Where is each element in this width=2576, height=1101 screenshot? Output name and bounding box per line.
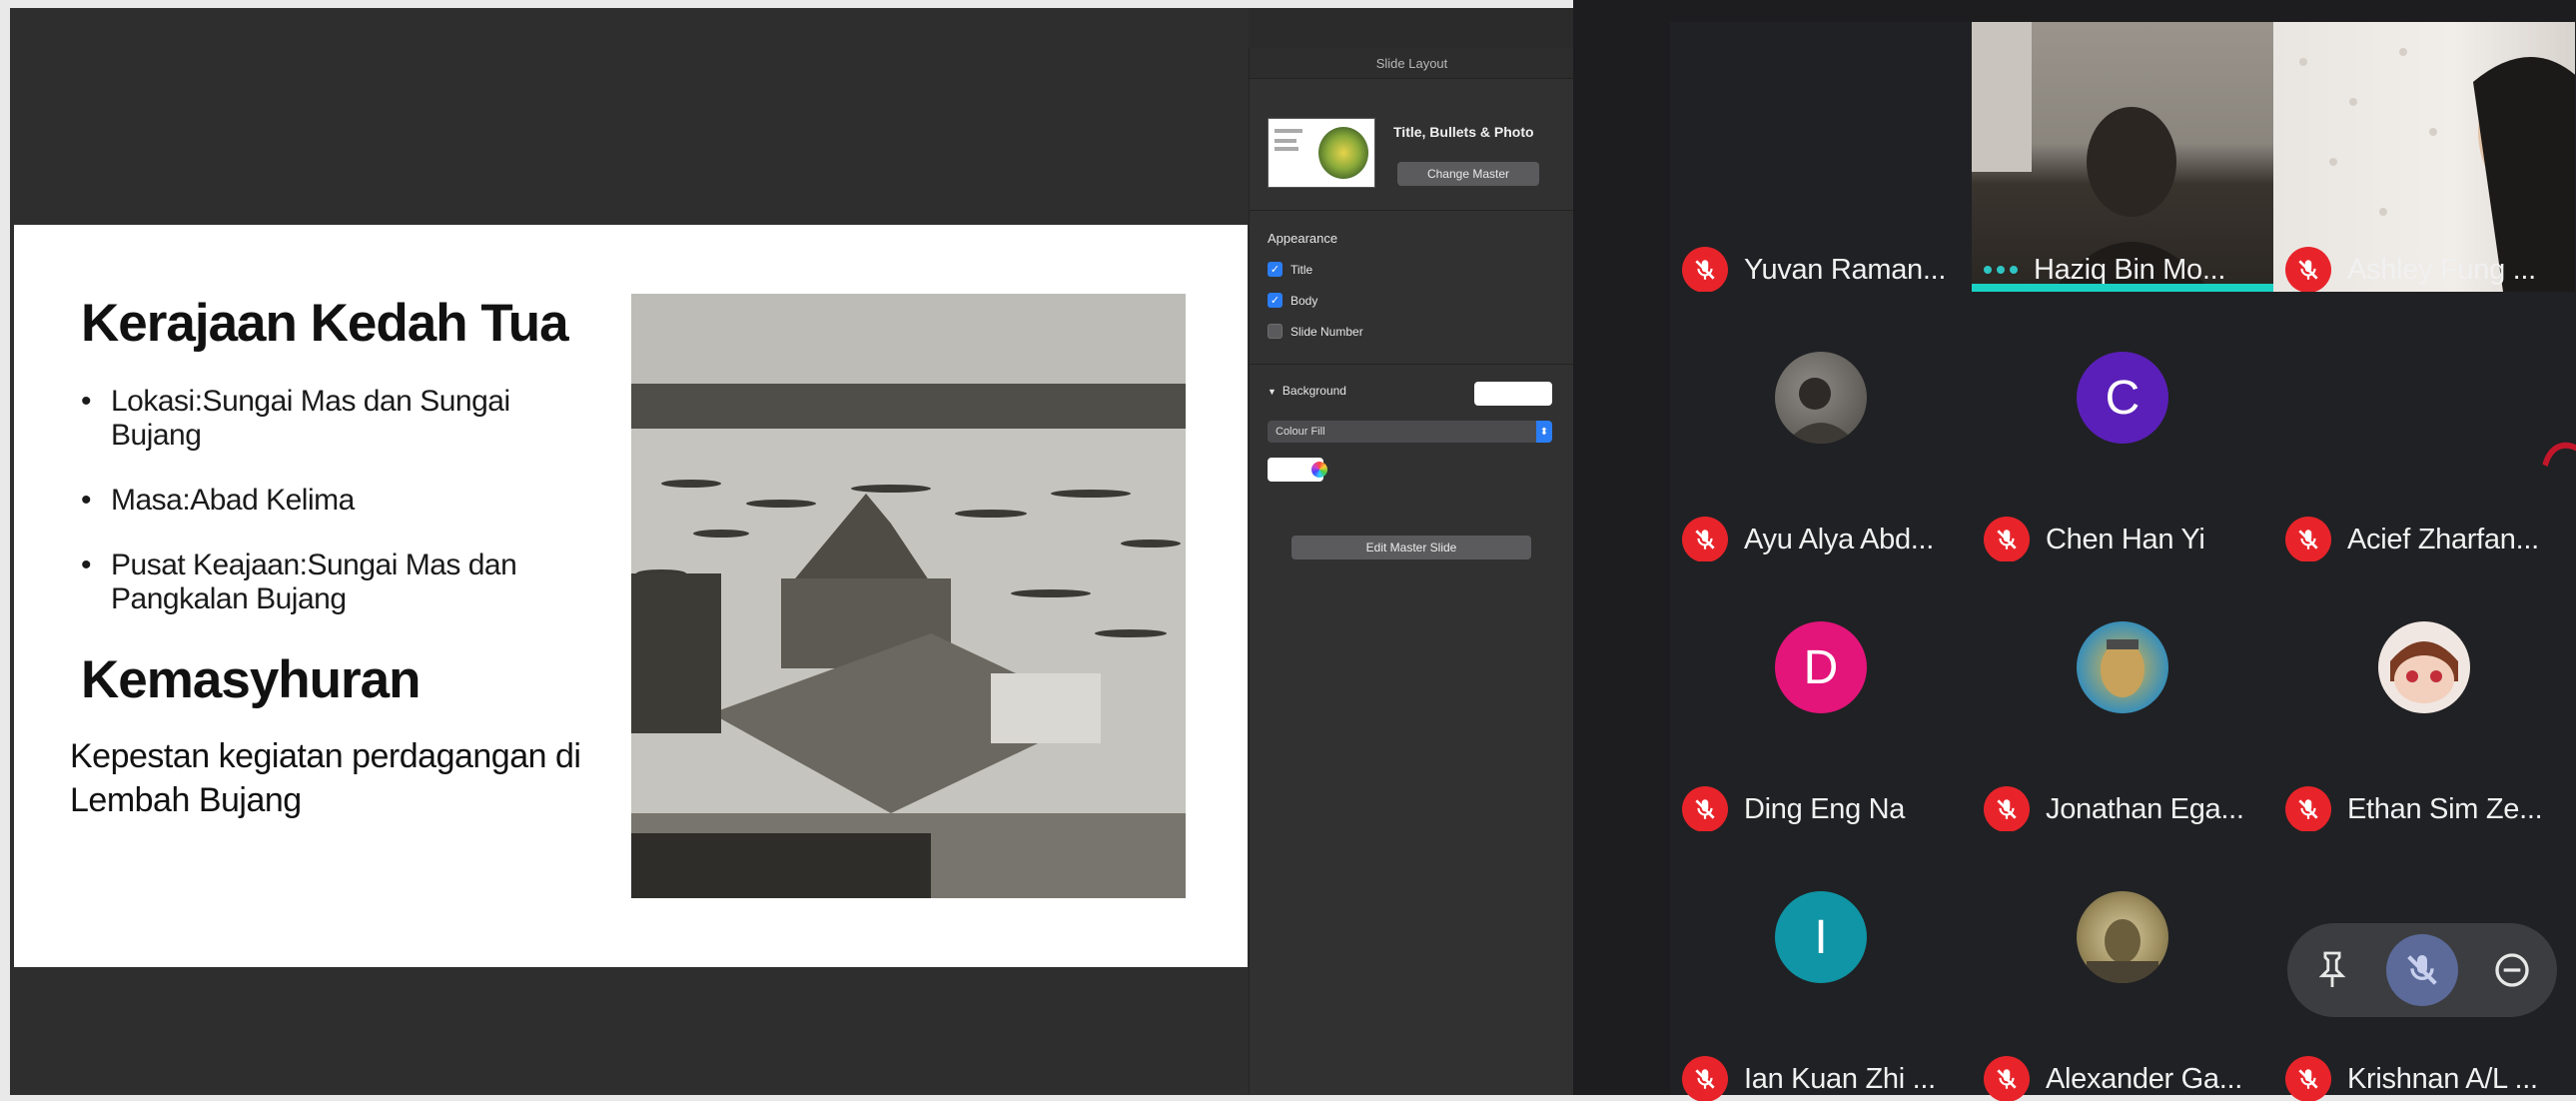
- muted-mic-icon: [1682, 786, 1728, 831]
- title-checkbox-row[interactable]: ✓ Title: [1268, 262, 1312, 277]
- fill-type-value: Colour Fill: [1276, 426, 1325, 438]
- pin-icon[interactable]: [2296, 934, 2368, 1006]
- change-master-button[interactable]: Change Master: [1397, 162, 1539, 186]
- presentation-window: Kerajaan Kedah Tua Lokasi:Sungai Mas dan…: [10, 8, 1573, 1095]
- disclosure-triangle-icon[interactable]: ▼: [1268, 387, 1277, 397]
- muted-mic-icon: [1682, 517, 1728, 561]
- format-inspector: Slide Layout Title, Bullets & Photo Chan…: [1249, 48, 1573, 1095]
- checkbox-label: Body: [1290, 293, 1318, 308]
- participant-name: Ding Eng Na: [1744, 792, 1906, 825]
- participant-name: Chen Han Yi: [2046, 523, 2205, 555]
- color-wheel-icon[interactable]: [1311, 462, 1327, 478]
- avatar-letter: C: [2105, 371, 2141, 425]
- bullet-item[interactable]: Lokasi:Sungai Mas dan Sungai Bujang: [81, 385, 600, 453]
- slide-number-checkbox-row[interactable]: Slide Number: [1268, 324, 1363, 339]
- unchecked-box-icon[interactable]: [1268, 324, 1283, 339]
- avatar: I: [1775, 891, 1867, 983]
- participant-tile[interactable]: Yuvan Raman...: [1670, 22, 1972, 292]
- participant-name: Jonathan Ega...: [2046, 792, 2244, 825]
- avatar: C: [2077, 352, 2168, 444]
- inspector-tab-slide-layout[interactable]: Slide Layout: [1250, 48, 1573, 79]
- participant-name: Acief Zharfan...: [2347, 523, 2539, 555]
- participant-tile[interactable]: D Ding Eng Na: [1670, 561, 1972, 831]
- checkbox-label: Title: [1290, 262, 1313, 277]
- muted-mic-icon: [2285, 786, 2331, 831]
- slide-subtitle[interactable]: Kemasyhuran: [81, 649, 422, 710]
- participant-tile[interactable]: Alexander Ga...: [1972, 831, 2273, 1101]
- avatar-letter: D: [1803, 640, 1839, 694]
- participant-tile[interactable]: I Ian Kuan Zhi ...: [1670, 831, 1972, 1101]
- participant-name: Ashley Fung ...: [2347, 253, 2536, 286]
- speaking-indicator-icon: [1984, 266, 2018, 274]
- fill-type-select[interactable]: Colour Fill ⬍: [1268, 421, 1552, 443]
- checkmark-icon[interactable]: ✓: [1268, 262, 1283, 277]
- participant-name: Alexander Ga...: [2046, 1062, 2242, 1095]
- bullet-item[interactable]: Pusat Keajaan:Sungai Mas dan Pangkalan B…: [81, 549, 600, 616]
- background-color-swatch[interactable]: [1474, 382, 1552, 406]
- layout-thumbnail[interactable]: [1268, 118, 1375, 188]
- participant-name: Ethan Sim Ze...: [2347, 792, 2543, 825]
- mute-icon[interactable]: [2386, 934, 2458, 1006]
- active-speaker-bar: [1972, 284, 2273, 292]
- checkbox-label: Slide Number: [1290, 324, 1363, 339]
- avatar: D: [1775, 621, 1867, 713]
- avatar: [1775, 352, 1867, 444]
- muted-mic-icon: [2285, 517, 2331, 561]
- muted-mic-icon: [1682, 247, 1728, 292]
- slide-canvas[interactable]: Kerajaan Kedah Tua Lokasi:Sungai Mas dan…: [10, 8, 1249, 1095]
- participant-tile[interactable]: Ayu Alya Abd...: [1670, 292, 1972, 561]
- select-arrow-icon[interactable]: ⬍: [1536, 421, 1552, 443]
- slide[interactable]: Kerajaan Kedah Tua Lokasi:Sungai Mas dan…: [14, 225, 1248, 967]
- participant-name: Yuvan Raman...: [1744, 253, 1947, 286]
- muted-mic-icon: [2285, 247, 2331, 292]
- slide-bullet-list[interactable]: Lokasi:Sungai Mas dan Sungai Bujang Masa…: [81, 385, 600, 647]
- slide-body-text[interactable]: Kepestan kegiatan perdagangan di Lembah …: [70, 734, 609, 822]
- layout-name: Title, Bullets & Photo: [1393, 124, 1534, 140]
- avatar: [2077, 891, 2168, 983]
- bullet-item[interactable]: Masa:Abad Kelima: [81, 484, 600, 518]
- avatar: [2378, 621, 2470, 713]
- avatar-letter: I: [1814, 910, 1828, 964]
- photo-illustration: [631, 294, 1186, 898]
- participant-name: Haziq Bin Mo...: [2034, 253, 2226, 286]
- remove-icon[interactable]: [2476, 934, 2548, 1006]
- avatar: [2077, 621, 2168, 713]
- participant-tile[interactable]: C Chen Han Yi: [1972, 292, 2273, 561]
- muted-mic-icon: [2285, 1056, 2331, 1101]
- participant-tile[interactable]: Ashley Fung ...: [2273, 22, 2575, 292]
- participant-tile[interactable]: Acief Zharfan...: [2273, 292, 2575, 561]
- muted-mic-icon: [1984, 786, 2030, 831]
- background-label: Background: [1282, 384, 1346, 398]
- edit-master-slide-button[interactable]: Edit Master Slide: [1291, 536, 1531, 559]
- muted-mic-icon: [1682, 1056, 1728, 1101]
- body-checkbox-row[interactable]: ✓ Body: [1268, 293, 1317, 308]
- historical-river-palace-photo[interactable]: [631, 294, 1186, 898]
- participant-name: Krishnan A/L ...: [2347, 1062, 2538, 1095]
- muted-mic-icon: [1984, 517, 2030, 561]
- appearance-heading: Appearance: [1268, 231, 1338, 246]
- slide-title[interactable]: Kerajaan Kedah Tua: [81, 293, 569, 354]
- participant-tile-active-speaker[interactable]: Haziq Bin Mo...: [1972, 22, 2273, 292]
- background-disclosure[interactable]: ▼ Background: [1268, 384, 1346, 398]
- participant-name: Ayu Alya Abd...: [1744, 523, 1935, 555]
- muted-mic-icon: [1984, 1056, 2030, 1101]
- participant-tile[interactable]: Ethan Sim Ze...: [2273, 561, 2575, 831]
- checkmark-icon[interactable]: ✓: [1268, 293, 1283, 308]
- participant-tile[interactable]: Jonathan Ega...: [1972, 561, 2273, 831]
- tile-hover-controls: [2287, 923, 2557, 1017]
- participant-name: Ian Kuan Zhi ...: [1744, 1062, 1936, 1095]
